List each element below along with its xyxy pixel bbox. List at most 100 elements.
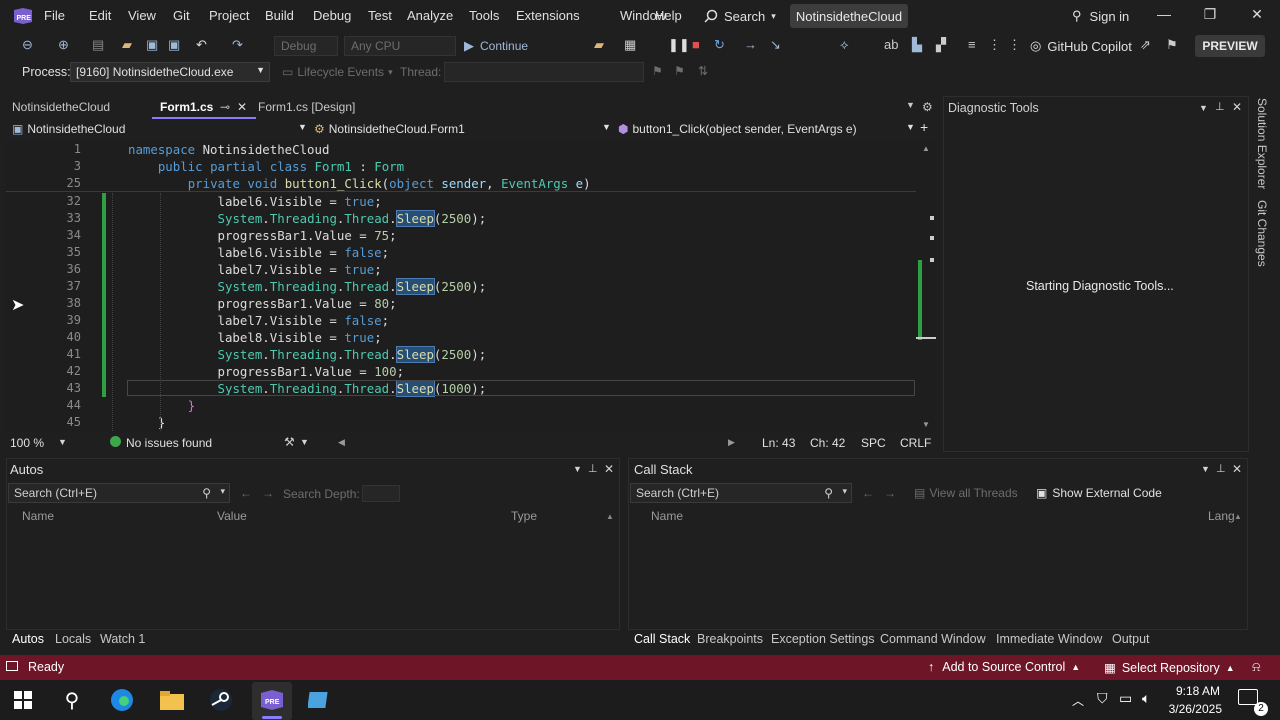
view-all-threads-button[interactable]: ▤ View all Threads <box>914 486 1018 500</box>
code-line[interactable]: label8.Visible = true; <box>128 330 382 345</box>
clock-date[interactable]: 3/26/2025 <box>1168 702 1222 716</box>
clock-time[interactable]: 9:18 AM <box>1172 684 1220 698</box>
pin-icon[interactable]: ⊥ <box>1215 100 1225 113</box>
comment-icon[interactable]: ▙ <box>912 37 922 55</box>
autos-scrollbar[interactable]: ▲ <box>606 508 618 628</box>
search-button[interactable]: Search ▾ <box>704 4 776 28</box>
filter-icon[interactable]: ⚑ <box>674 64 685 78</box>
menu-edit[interactable]: Edit <box>89 8 111 23</box>
restart-icon[interactable]: ↻ <box>714 37 725 55</box>
forward-arrow-icon[interactable]: → <box>262 486 274 500</box>
tab-autos[interactable]: Autos <box>12 632 44 646</box>
forward-arrow-icon[interactable]: → <box>884 486 896 500</box>
autos-col-name[interactable]: Name <box>22 509 54 523</box>
close-window-button[interactable]: ✕ <box>1247 6 1267 26</box>
code-line[interactable]: progressBar1.Value = 100; <box>128 364 405 379</box>
pin-icon[interactable]: ⊸ <box>220 100 230 114</box>
vertical-scrollbar[interactable]: ▲ ▼ <box>916 140 936 432</box>
continue-button[interactable]: ▶ Continue <box>464 37 528 55</box>
git-changes-tab[interactable]: Git Changes <box>1255 200 1269 267</box>
zoom-level[interactable]: 100 % <box>10 436 44 450</box>
tab-list-dropdown-icon[interactable]: ▼ <box>906 100 915 110</box>
class-nav-combo[interactable]: ⚙ NotinsidetheCloud.Form1 <box>314 122 465 136</box>
thread-combo[interactable] <box>444 62 644 82</box>
menu-help[interactable]: Help <box>655 8 682 23</box>
steam-icon[interactable] <box>206 686 236 714</box>
sticky-code-line[interactable]: public partial class Form1 : Form <box>128 159 404 174</box>
panel-menu-icon[interactable]: ▼ <box>573 464 582 474</box>
sign-in-button[interactable]: ⚲ Sign in <box>1072 8 1129 24</box>
close-tab-icon[interactable]: ✕ <box>237 100 247 114</box>
autos-search-input[interactable]: Search (Ctrl+E) ⚲ ▾ <box>8 483 230 503</box>
configuration-combo[interactable]: Debug <box>274 36 338 56</box>
scroll-up-icon[interactable]: ▲ <box>922 144 930 153</box>
breakpoint-icon[interactable]: ⟡ <box>840 37 849 55</box>
edge-browser-icon[interactable] <box>107 686 137 714</box>
redo-icon[interactable]: ↷ <box>232 37 243 55</box>
tab-immediate-window[interactable]: Immediate Window <box>996 632 1102 646</box>
tab-form1-design[interactable]: Form1.cs [Design] <box>258 100 355 114</box>
notification-center-icon[interactable] <box>1238 689 1258 705</box>
split-editor-icon[interactable]: + <box>920 119 928 135</box>
preview-badge[interactable]: PREVIEW <box>1195 35 1265 57</box>
menu-tools[interactable]: Tools <box>469 8 499 23</box>
feedback-icon[interactable]: ⚑ <box>1166 37 1178 55</box>
close-panel-icon[interactable]: ✕ <box>604 462 614 476</box>
menu-analyze[interactable]: Analyze <box>407 8 453 23</box>
call-stack-scrollbar[interactable]: ▲ <box>1234 508 1246 628</box>
menu-file[interactable]: File <box>44 8 65 23</box>
platform-combo[interactable]: Any CPU <box>344 36 456 56</box>
step-over-icon[interactable]: → <box>744 37 757 55</box>
minimize-button[interactable]: — <box>1154 6 1174 26</box>
save-icon[interactable]: ▣ <box>146 37 158 55</box>
line-ending[interactable]: CRLF <box>900 436 931 450</box>
back-arrow-icon[interactable]: ← <box>240 486 252 500</box>
code-line[interactable]: progressBar1.Value = 80; <box>128 296 397 311</box>
tab-watch-1[interactable]: Watch 1 <box>100 632 145 646</box>
stack-frame-icon[interactable]: ⇅ <box>698 64 708 78</box>
solution-explorer-tab[interactable]: Solution Explorer <box>1255 98 1269 189</box>
lifecycle-events-button[interactable]: ▭ Lifecycle Events ▾ <box>282 65 393 79</box>
code-line[interactable]: System.Threading.Thread.Sleep(2500); <box>128 210 486 227</box>
bookmark-icon[interactable]: ⋮ <box>988 37 1001 55</box>
code-line[interactable]: System.Threading.Thread.Sleep(2500); <box>128 346 486 363</box>
close-panel-icon[interactable]: ✕ <box>1232 462 1242 476</box>
process-combo[interactable]: [9160] NotinsidetheCloud.exe ▼ <box>70 62 270 82</box>
pause-icon[interactable]: ❚❚ <box>668 37 690 55</box>
github-copilot-button[interactable]: ◎ GitHub Copilot <box>1030 38 1132 54</box>
menu-extensions[interactable]: Extensions <box>516 8 580 23</box>
back-arrow-icon[interactable]: ← <box>862 486 874 500</box>
code-line[interactable]: label7.Visible = true; <box>128 262 382 277</box>
close-panel-icon[interactable]: ✕ <box>1232 100 1242 114</box>
tab-command-window[interactable]: Command Window <box>880 632 986 646</box>
new-item-icon[interactable]: ▤ <box>92 37 104 55</box>
layout-icon[interactable]: ▦ <box>624 37 636 55</box>
folder-icon[interactable]: ▰ <box>594 37 604 55</box>
app-window-icon[interactable] <box>304 686 334 714</box>
indent-mode[interactable]: SPC <box>861 436 886 450</box>
autos-col-value[interactable]: Value <box>217 509 247 523</box>
scroll-right-icon[interactable]: ▶ <box>728 437 735 448</box>
output-window-icon[interactable] <box>6 661 18 671</box>
menu-project[interactable]: Project <box>209 8 249 23</box>
restore-button[interactable]: ❐ <box>1200 6 1220 26</box>
menu-view[interactable]: View <box>128 8 156 23</box>
stop-icon[interactable]: ■ <box>692 37 700 55</box>
menu-debug[interactable]: Debug <box>313 8 351 23</box>
sticky-code-line[interactable]: private void button1_Click(object sender… <box>128 176 591 191</box>
tab-call-stack[interactable]: Call Stack <box>634 632 690 646</box>
scroll-left-icon[interactable]: ◀ <box>338 437 345 448</box>
call-stack-col-name[interactable]: Name <box>651 509 683 523</box>
show-external-code-button[interactable]: ▣ Show External Code <box>1036 486 1162 500</box>
menu-build[interactable]: Build <box>265 8 294 23</box>
code-line[interactable]: label6.Visible = true; <box>128 194 382 209</box>
autos-col-type[interactable]: Type <box>511 509 537 523</box>
panel-menu-icon[interactable]: ▼ <box>1201 464 1210 474</box>
notification-bell-icon[interactable]: ⍾ <box>1252 659 1261 675</box>
search-icon[interactable]: ⚲ <box>57 686 87 714</box>
code-line[interactable]: progressBar1.Value = 75; <box>128 228 397 243</box>
code-line[interactable]: } <box>128 398 195 413</box>
flag-icon[interactable]: ⚑ <box>652 64 663 78</box>
call-stack-search-input[interactable]: Search (Ctrl+E) ⚲ ▾ <box>630 483 852 503</box>
menu-test[interactable]: Test <box>368 8 392 23</box>
